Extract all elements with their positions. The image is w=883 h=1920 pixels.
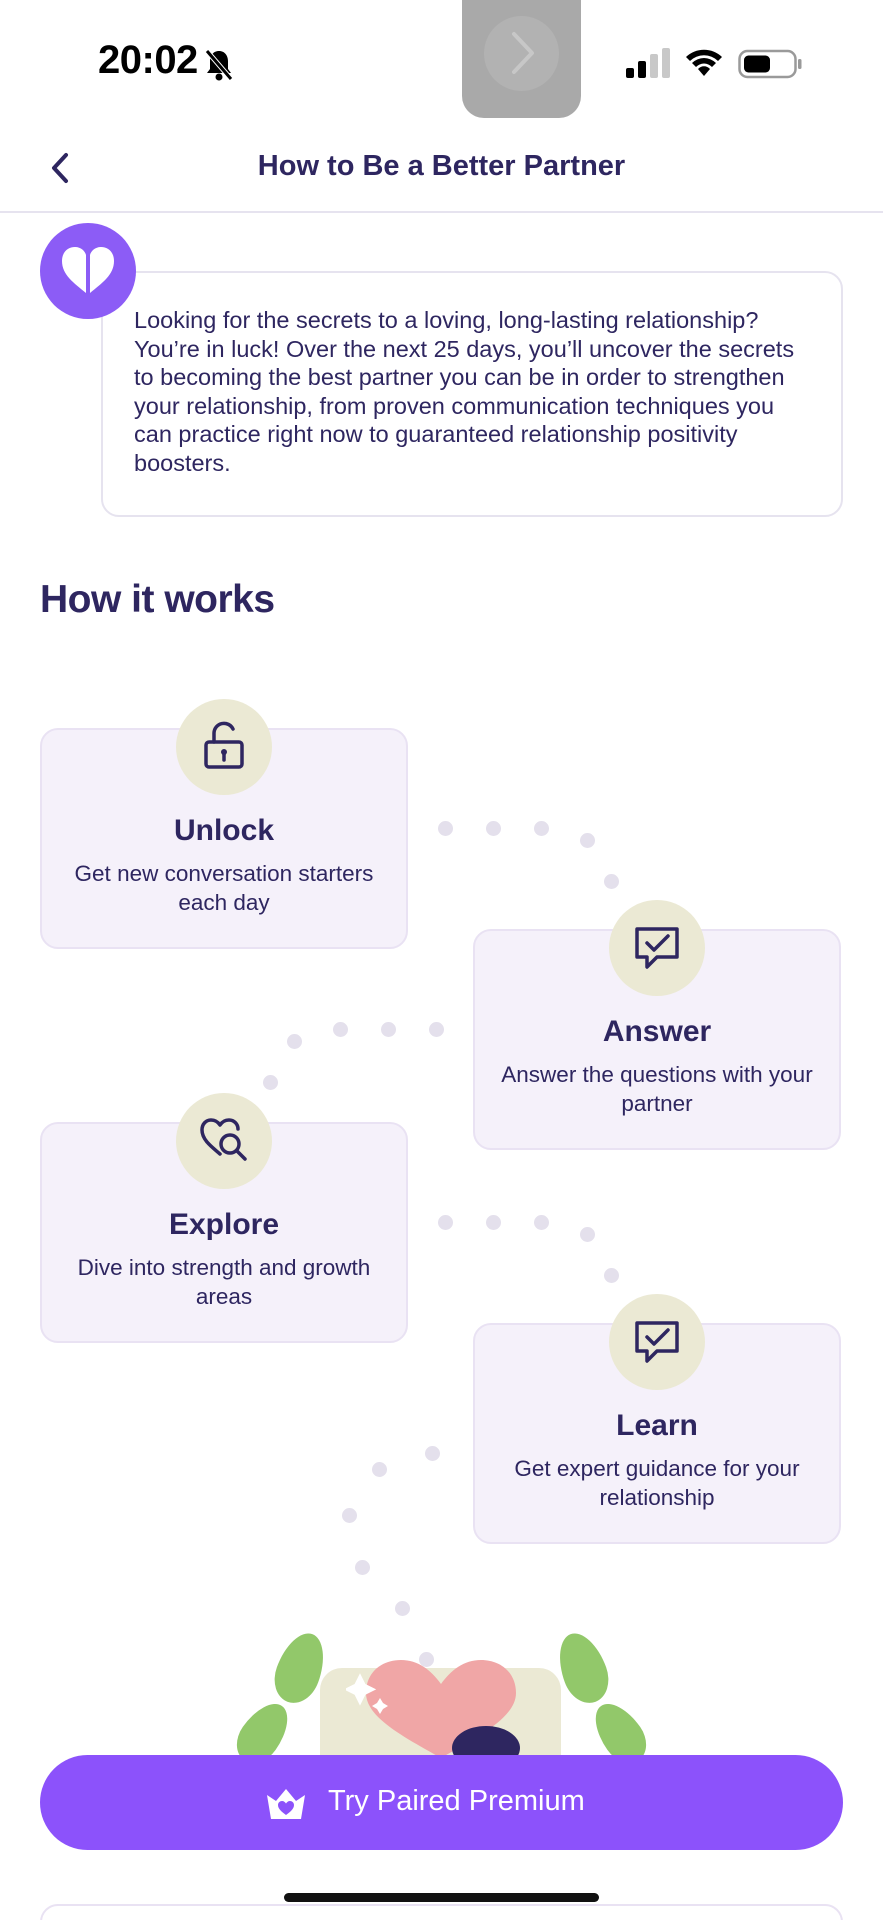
paired-heart-icon [62,247,114,293]
home-indicator[interactable] [284,1893,599,1902]
step-description: Answer the questions with your partner [501,1062,813,1116]
connector-dot [604,874,619,889]
connector-dot [534,821,549,836]
section-title: How it works [40,578,275,621]
next-card-peek [40,1904,843,1920]
cellular-signal-icon [626,48,670,78]
try-premium-label: Try Paired Premium [328,1785,585,1817]
silent-bell-icon [205,49,233,81]
step-title: Unlock [173,814,275,847]
connector-dot [342,1508,357,1523]
heart-search-icon [200,1118,247,1161]
step-title: Explore [168,1208,280,1241]
step-title: Answer [602,1015,712,1048]
connector-dot [438,1215,453,1230]
connector-dot [355,1560,370,1575]
connector-dot [486,821,501,836]
connector-dot [486,1215,501,1230]
step-description: Get expert guidance for your relationshi… [514,1456,800,1510]
connector-dot [438,821,453,836]
chat-check-icon [635,927,679,969]
intro-text: Looking for the secrets to a loving, lon… [134,307,795,476]
connector-dot [381,1022,396,1037]
unlock-icon [204,721,244,769]
connector-dot [263,1075,278,1090]
chat-check-icon [635,1321,679,1363]
step-description: Get new conversation starters each day [74,861,374,915]
status-time: 20:02 [98,38,198,82]
connector-dot [425,1446,440,1461]
connector-dot [534,1215,549,1230]
step-description: Dive into strength and growth areas [77,1255,371,1309]
battery-icon [738,49,802,79]
connector-dot [372,1462,387,1477]
connector-dot [604,1268,619,1283]
heart-illustration [346,1660,520,1758]
chevron-right-icon [512,32,534,74]
connector-dot [287,1034,302,1049]
step-title: Learn [616,1409,698,1442]
connector-dot [580,1227,595,1242]
wifi-icon [686,49,722,76]
connector-dot [395,1601,410,1616]
header-divider [0,211,883,213]
connector-dot [333,1022,348,1037]
connector-dot [580,833,595,848]
connector-dot [429,1022,444,1037]
page-title: How to Be a Better Partner [257,150,626,182]
crown-heart-icon [267,1789,305,1819]
